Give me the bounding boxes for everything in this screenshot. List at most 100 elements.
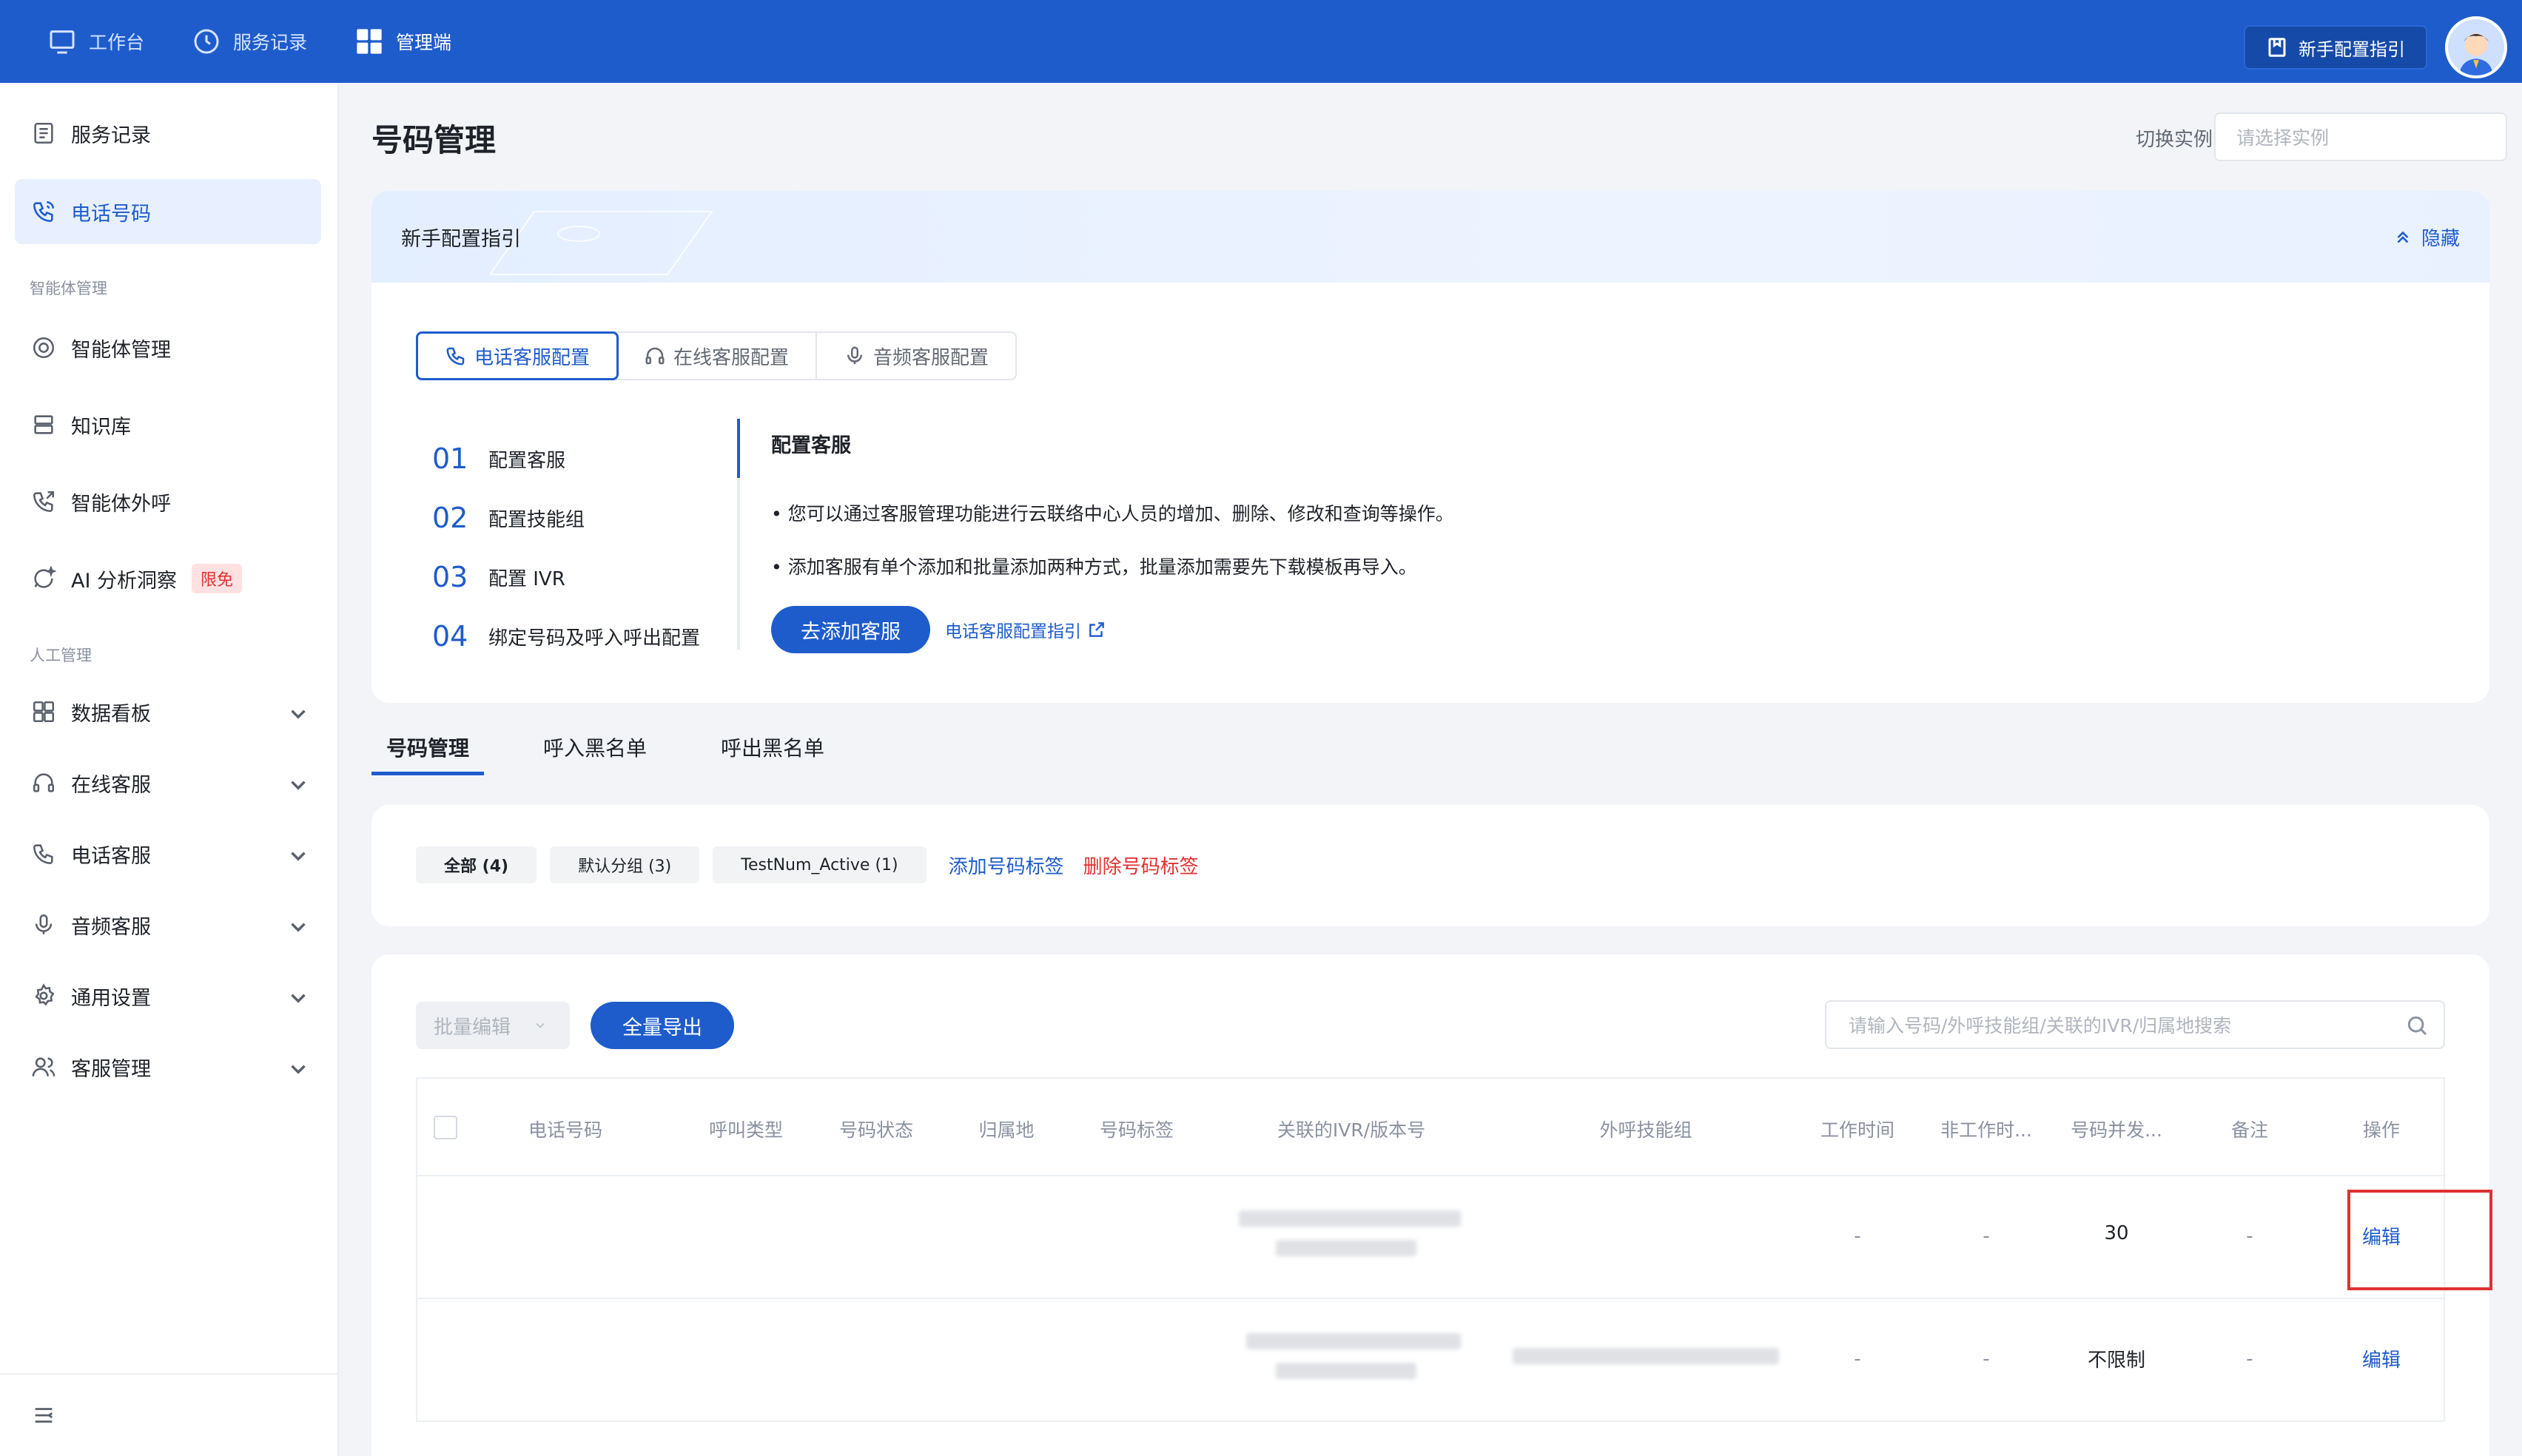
cell-remark: - [2246, 1225, 2253, 1247]
tab-outbound-blacklist[interactable]: 呼出黑名单 [706, 727, 839, 775]
top-nav-workbench-label: 工作台 [89, 32, 145, 53]
sidebar-item-label: 服务记录 [71, 124, 151, 147]
beginner-guide-card: 新手配置指引 隐藏 电话客服配置 在线客服配置 音频客服配置 01 配置客服 0… [371, 191, 2489, 703]
step-number: 03 [432, 561, 468, 593]
col-number-status: 号码状态 [838, 1119, 914, 1141]
step-number: 04 [432, 620, 468, 653]
guide-step[interactable]: 03 配置 IVR [432, 547, 700, 607]
document-icon [34, 122, 53, 144]
users-icon [32, 1057, 56, 1076]
avatar-illustration [2448, 19, 2504, 75]
sidebar-item-knowledge-base[interactable]: 知识库 [15, 392, 321, 457]
guide-content-title: 配置客服 [771, 434, 851, 457]
col-outbound-skill-group: 外呼技能组 [1599, 1119, 1692, 1141]
guide-step[interactable]: 01 配置客服 [432, 429, 700, 488]
step-label: 配置技能组 [488, 508, 585, 531]
guide-link-label: 电话客服配置指引 [945, 622, 1081, 641]
tab-inbound-blacklist[interactable]: 呼入黑名单 [528, 727, 662, 775]
sidebar-item-dashboard[interactable]: 数据看板 [15, 679, 321, 744]
top-nav-service-records-label: 服务记录 [233, 32, 308, 53]
cell-work-time: - [1854, 1225, 1861, 1247]
chevron-down-icon [291, 710, 306, 719]
beginner-guide-button[interactable]: 新手配置指引 [2244, 25, 2427, 70]
top-nav-admin[interactable]: 管理端 [354, 27, 451, 56]
table-row: - - 不限制 - 编辑 [417, 1299, 2444, 1422]
guide-step[interactable]: 04 绑定号码及呼入呼出配置 [432, 607, 700, 666]
sidebar-item-label: AI 分析洞察 [71, 569, 178, 593]
sidebar-item-label: 智能体管理 [71, 338, 171, 362]
filter-chip-all[interactable]: 全部 (4) [416, 846, 537, 883]
tab-label: 音频客服配置 [873, 346, 989, 369]
sidebar-item-service-records[interactable]: 服务记录 [15, 101, 321, 166]
sidebar-item-ai-insights[interactable]: AI 分析洞察 限免 [15, 546, 321, 611]
instance-select[interactable]: 请选择实例 [2214, 112, 2507, 161]
sidebar-item-label: 音频客服 [71, 915, 151, 939]
tab-label: 电话客服配置 [474, 346, 591, 369]
cell-concurrency: 不限制 [2087, 1349, 2146, 1372]
table-header: 电话号码 呼叫类型 号码状态 归属地 号码标签 关联的IVR/版本号 外呼技能组… [417, 1079, 2444, 1176]
sidebar-item-phone-numbers[interactable]: 电话号码 [15, 179, 321, 244]
sidebar-item-agent-staff[interactable]: 客服管理 [15, 1034, 321, 1099]
guide-step[interactable]: 02 配置技能组 [432, 488, 700, 547]
col-location: 归属地 [978, 1119, 1035, 1141]
search-input[interactable]: 请输入号码/外呼技能组/关联的IVR/归属地搜索 [1825, 1000, 2445, 1049]
batch-edit-button[interactable]: 批量编辑 [416, 1002, 570, 1049]
tab-audio-config[interactable]: 音频客服配置 [817, 333, 1015, 379]
export-all-button[interactable]: 全量导出 [591, 1002, 734, 1049]
sidebar-item-online-service[interactable]: 在线客服 [15, 750, 321, 815]
delete-number-tag-link[interactable]: 删除号码标签 [1083, 852, 1199, 879]
collapse-menu-icon[interactable] [31, 1403, 56, 1428]
top-nav-workbench[interactable]: 工作台 [47, 27, 144, 56]
top-right: 新手配置指引 [2244, 16, 2507, 78]
step-divider-active [737, 419, 740, 478]
sidebar-item-phone-service[interactable]: 电话客服 [15, 821, 321, 886]
sidebar-item-agent-management[interactable]: 智能体管理 [15, 315, 321, 380]
cell-non-work-time: - [1983, 1225, 1990, 1247]
top-nav-service-records[interactable]: 服务记录 [192, 27, 307, 56]
sidebar-footer [0, 1373, 339, 1456]
filter-chip-default[interactable]: 默认分组 (3) [550, 846, 700, 883]
filter-chip-testnum[interactable]: TestNum_Active (1) [713, 846, 927, 883]
phone-config-guide-link[interactable]: 电话客服配置指引 [945, 617, 1106, 642]
tab-number-management[interactable]: 号码管理 [371, 727, 485, 775]
monitor-icon [50, 30, 75, 54]
sidebar-item-label: 智能体外呼 [71, 492, 171, 516]
main-tabs: 号码管理 呼入黑名单 呼出黑名单 [371, 727, 839, 775]
avatar[interactable] [2445, 16, 2507, 78]
dashboard-icon [33, 701, 55, 723]
sidebar-item-audio-service[interactable]: 音频客服 [15, 892, 321, 957]
hide-guide-button[interactable]: 隐藏 [2393, 223, 2460, 251]
tab-label: 在线客服配置 [673, 346, 790, 369]
add-agent-button[interactable]: 去添加客服 [771, 606, 930, 653]
col-work-time: 工作时间 [1820, 1119, 1895, 1141]
sidebar-item-label: 电话客服 [71, 844, 151, 868]
guide-title: 新手配置指引 [401, 227, 521, 251]
headset-icon [33, 773, 55, 792]
col-concurrency: 号码并发... [2071, 1119, 2162, 1141]
step-label: 配置 IVR [488, 567, 565, 590]
tab-online-config[interactable]: 在线客服配置 [617, 333, 818, 379]
step-label: 配置客服 [488, 449, 566, 472]
select-all-checkbox[interactable] [434, 1116, 457, 1139]
search-placeholder: 请输入号码/外呼技能组/关联的IVR/归属地搜索 [1849, 1015, 2232, 1037]
tab-phone-config[interactable]: 电话客服配置 [416, 331, 619, 380]
filter-row: 全部 (4) 默认分组 (3) TestNum_Active (1) 添加号码标… [416, 846, 1199, 883]
phone-outgoing-icon [33, 491, 55, 513]
edit-link[interactable]: 编辑 [2362, 1345, 2401, 1372]
sidebar: 服务记录 电话号码 智能体管理 智能体管理 知识库 智能体外呼 AI 分析洞察 … [0, 83, 339, 1456]
table-row: - - 30 - 编辑 [417, 1176, 2492, 1299]
chevron-down-icon [291, 1065, 306, 1074]
sidebar-item-label: 电话号码 [71, 202, 151, 226]
sidebar-item-outbound-agent[interactable]: 智能体外呼 [15, 469, 321, 534]
main-content: 号码管理 切换实例 请选择实例 新手配置指引 隐藏 电话客服配置 在线客服配置 [339, 83, 2522, 1456]
phone-icon [446, 347, 465, 365]
page-title: 号码管理 [371, 122, 497, 158]
double-chevron-up-icon [2397, 231, 2409, 243]
decorative-panel-icon [490, 211, 713, 275]
database-icon [34, 415, 53, 434]
add-number-tag-link[interactable]: 添加号码标签 [949, 852, 1064, 879]
guide-actions: 去添加客服 电话客服配置指引 [771, 606, 1454, 653]
chevron-down-icon [291, 781, 306, 790]
sidebar-section-agent: 智能体管理 [30, 280, 107, 297]
sidebar-item-general-settings[interactable]: 通用设置 [15, 963, 321, 1028]
